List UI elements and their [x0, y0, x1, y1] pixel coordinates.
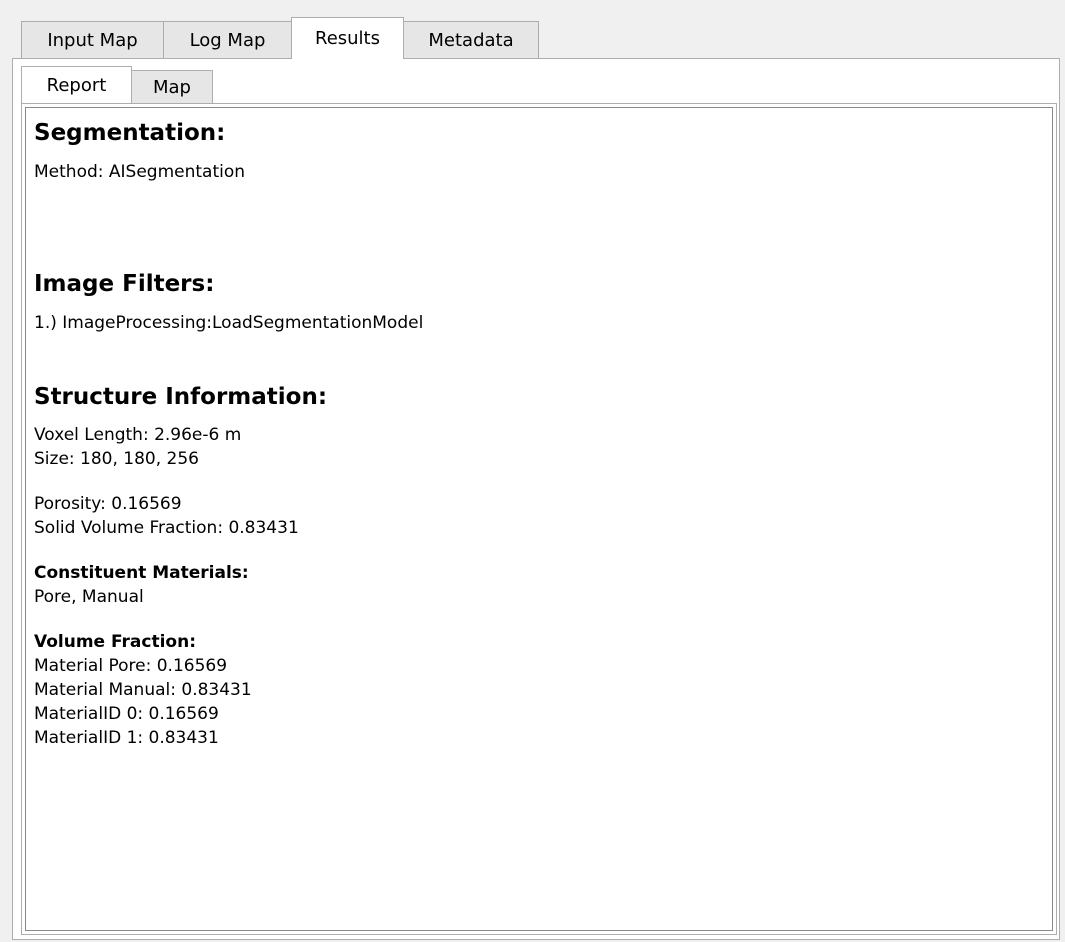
results-window: Input Map Log Map Results Metadata Repor…: [0, 0, 1065, 942]
volume-fraction-heading: Volume Fraction:: [34, 632, 196, 652]
main-tab-bar: Input Map Log Map Results Metadata: [21, 17, 539, 59]
structure-size: Size: 180, 180, 256: [34, 449, 199, 469]
tab-input-map[interactable]: Input Map: [21, 21, 164, 59]
porosity: Porosity: 0.16569: [34, 494, 182, 514]
segmentation-method: Method: AISegmentation: [34, 162, 246, 182]
structure-information-heading: Structure Information:: [34, 384, 328, 410]
image-filters-heading: Image Filters:: [34, 271, 215, 297]
image-filter-item: 1.) ImageProcessing:LoadSegmentationMode…: [34, 313, 424, 333]
material-id-1-fraction: MaterialID 1: 0.83431: [34, 728, 219, 748]
material-id-0-fraction: MaterialID 0: 0.16569: [34, 704, 219, 724]
constituent-materials-list: Pore, Manual: [34, 587, 144, 607]
tab-report[interactable]: Report: [21, 66, 132, 104]
tab-results[interactable]: Results: [291, 17, 404, 59]
tab-metadata[interactable]: Metadata: [403, 21, 539, 59]
constituent-materials-heading: Constituent Materials:: [34, 563, 249, 583]
voxel-length: Voxel Length: 2.96e-6 m: [34, 425, 242, 445]
tab-log-map[interactable]: Log Map: [163, 21, 292, 59]
solid-volume-fraction: Solid Volume Fraction: 0.83431: [34, 518, 299, 538]
segmentation-heading: Segmentation:: [34, 120, 226, 146]
material-pore-fraction: Material Pore: 0.16569: [34, 656, 228, 676]
report-panel: Segmentation: Method: AISegmentation Ima…: [21, 103, 1057, 935]
tab-map[interactable]: Map: [131, 70, 213, 104]
report-text-area[interactable]: Segmentation: Method: AISegmentation Ima…: [25, 107, 1053, 931]
report-content: Segmentation: Method: AISegmentation Ima…: [34, 118, 423, 750]
material-manual-fraction: Material Manual: 0.83431: [34, 680, 252, 700]
results-sub-tab-bar: Report Map: [21, 66, 213, 104]
